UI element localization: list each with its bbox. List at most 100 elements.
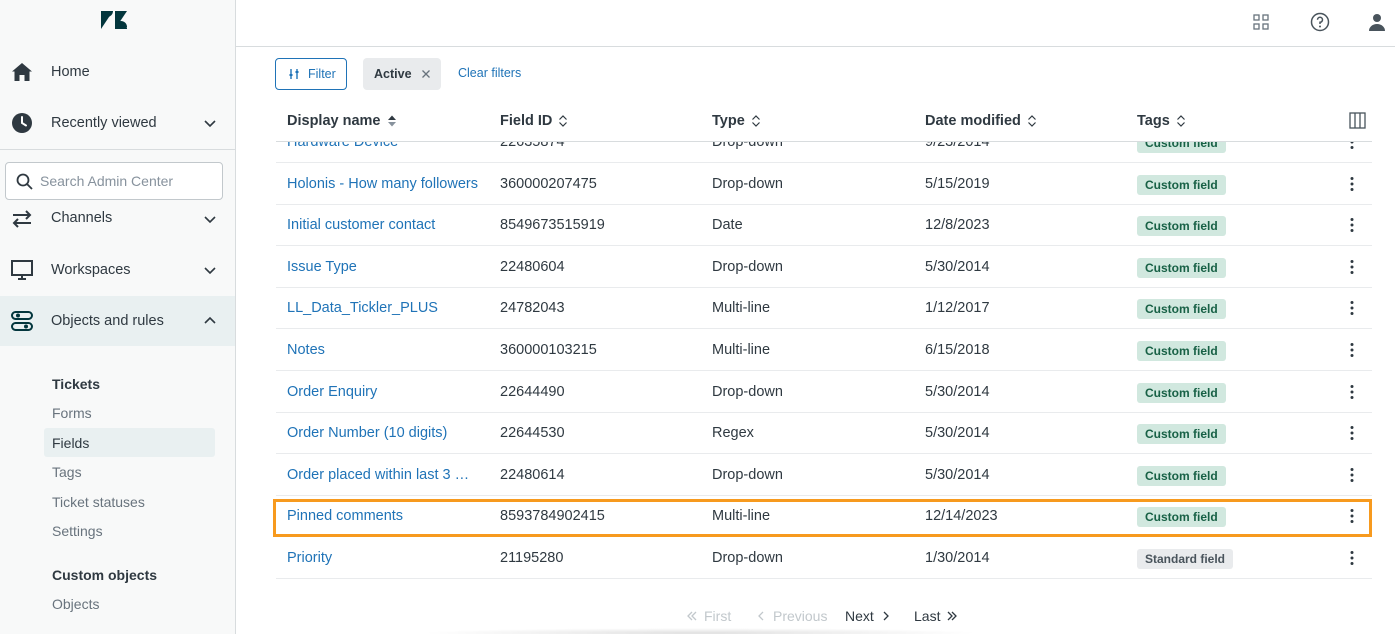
pagination-last-label: Last bbox=[914, 608, 941, 624]
column-header-date-modified[interactable]: Date modified bbox=[925, 113, 1037, 129]
more-options-icon[interactable] bbox=[1344, 300, 1360, 316]
zendesk-logo-icon[interactable] bbox=[100, 9, 128, 31]
pagination-previous[interactable]: Previous bbox=[755, 608, 827, 624]
chevron-down-icon[interactable] bbox=[203, 212, 217, 226]
field-display-name-link[interactable]: Pinned comments bbox=[287, 508, 479, 524]
column-header-display-name[interactable]: Display name bbox=[287, 113, 397, 129]
field-tag-badge: Custom field bbox=[1137, 341, 1226, 361]
field-display-name-link[interactable]: Order placed within last 3 weeks bbox=[287, 467, 479, 483]
table-row[interactable]: Initial customer contact 8549673515919 Dat… bbox=[276, 204, 1372, 247]
field-display-name-link[interactable]: Issue Type bbox=[287, 259, 479, 275]
sidebar-item-settings[interactable]: Settings bbox=[44, 516, 215, 545]
table-row[interactable]: Hardware Device 22635874 Drop-down 9/23/201… bbox=[276, 142, 1372, 163]
more-options-icon[interactable] bbox=[1344, 384, 1360, 400]
table-row[interactable]: Issue Type 22480604 Drop-down 5/30/2014 Cust… bbox=[276, 246, 1372, 288]
nav-channels[interactable]: Channels bbox=[0, 198, 235, 240]
filter-button-label: Filter bbox=[308, 67, 336, 81]
table-row[interactable]: LL_Data_Tickler_PLUS 24782043 Multi-line 1/… bbox=[276, 287, 1372, 330]
chevron-down-icon[interactable] bbox=[203, 116, 217, 130]
apps-grid-icon[interactable] bbox=[1250, 11, 1272, 33]
pagination-last[interactable]: Last bbox=[914, 608, 958, 624]
more-options-icon[interactable] bbox=[1344, 142, 1360, 150]
fields-table-body: Hardware Device 22635874 Drop-down 9/23/201… bbox=[276, 142, 1372, 582]
nav-recently-viewed[interactable]: Recently viewed bbox=[0, 98, 235, 148]
more-options-icon[interactable] bbox=[1344, 342, 1360, 358]
nav-workspaces[interactable]: Workspaces bbox=[0, 245, 235, 295]
field-type: Drop-down bbox=[712, 550, 783, 566]
more-options-icon[interactable] bbox=[1344, 217, 1360, 233]
field-tag-badge: Custom field bbox=[1137, 424, 1226, 445]
field-id: 360000103215 bbox=[500, 342, 597, 358]
field-id: 8549673515919 bbox=[500, 217, 605, 234]
field-display-name-link[interactable]: Priority bbox=[287, 550, 479, 566]
more-options-icon[interactable] bbox=[1344, 176, 1360, 192]
field-type: Drop-down bbox=[712, 142, 783, 150]
table-row[interactable]: Order Number (10 digits) 22644530 Regex 5/3… bbox=[276, 412, 1372, 455]
field-display-name-link[interactable]: Hardware Device bbox=[287, 142, 479, 150]
nav-objects-and-rules[interactable]: Objects and rules bbox=[0, 296, 235, 346]
field-date-modified: 12/14/2023 bbox=[925, 508, 998, 525]
nav-home[interactable]: Home bbox=[0, 47, 235, 97]
more-options-icon[interactable] bbox=[1344, 425, 1360, 441]
sidebar-item-ticket-statuses[interactable]: Ticket statuses bbox=[44, 487, 215, 516]
columns-icon[interactable] bbox=[1349, 112, 1366, 129]
field-type: Drop-down bbox=[712, 383, 783, 400]
sidebar-item-fields[interactable]: Fields bbox=[44, 428, 215, 457]
close-icon[interactable] bbox=[421, 69, 431, 79]
field-tag-badge: Custom field bbox=[1137, 216, 1226, 237]
home-icon bbox=[10, 60, 34, 84]
field-type: Regex bbox=[712, 425, 754, 442]
sort-icon bbox=[1027, 115, 1036, 127]
arrows-icon bbox=[10, 207, 34, 231]
table-row[interactable]: Notes 360000103215 Multi-line 6/15/2018 Cust… bbox=[276, 329, 1372, 371]
pagination-first[interactable]: First bbox=[686, 608, 731, 624]
clock-icon bbox=[10, 111, 34, 135]
field-display-name-link[interactable]: LL_Data_Tickler_PLUS bbox=[287, 300, 479, 316]
custom-objects-heading: Custom objects bbox=[52, 567, 158, 583]
field-display-name-link[interactable]: Initial customer contact bbox=[287, 217, 479, 233]
clear-filters-link[interactable]: Clear filters bbox=[458, 66, 521, 80]
field-display-name-link[interactable]: Holonis - How many followers bbox=[287, 176, 479, 192]
column-header-tags[interactable]: Tags bbox=[1137, 113, 1186, 129]
pagination-next[interactable]: Next bbox=[845, 608, 892, 624]
sort-icon bbox=[1176, 115, 1185, 127]
help-icon[interactable] bbox=[1309, 11, 1331, 33]
field-id: 22480604 bbox=[500, 258, 565, 275]
field-id: 360000207475 bbox=[500, 175, 597, 192]
more-options-icon[interactable] bbox=[1344, 550, 1360, 566]
chevron-up-icon[interactable] bbox=[203, 314, 217, 328]
table-row[interactable]: Order placed within last 3 weeks 22480614… bbox=[276, 454, 1372, 496]
field-display-name-link[interactable]: Notes bbox=[287, 342, 479, 358]
field-type: Date bbox=[712, 217, 743, 234]
top-bar bbox=[236, 0, 1395, 47]
search-icon bbox=[16, 173, 33, 190]
admin-search-input[interactable] bbox=[40, 171, 218, 191]
field-tag-badge: Custom field bbox=[1137, 465, 1226, 486]
field-display-name-link[interactable]: Order Number (10 digits) bbox=[287, 425, 479, 441]
nav-workspaces-label: Workspaces bbox=[51, 262, 131, 278]
sidebar-item-tags[interactable]: Tags bbox=[44, 457, 215, 486]
sidebar-item-objects[interactable]: Objects bbox=[44, 589, 215, 618]
filter-button[interactable]: Filter bbox=[275, 58, 347, 90]
more-options-icon[interactable] bbox=[1344, 467, 1360, 483]
table-row[interactable]: Pinned comments 8593784902415 Multi-line 12… bbox=[276, 495, 1372, 538]
more-options-icon[interactable] bbox=[1344, 259, 1360, 275]
admin-search-box[interactable] bbox=[5, 162, 223, 200]
column-header-type[interactable]: Type bbox=[712, 113, 761, 129]
field-tag-badge: Custom field bbox=[1137, 507, 1226, 528]
table-row[interactable]: Order Enquiry 22644490 Drop-down 5/30/2014 C… bbox=[276, 371, 1372, 413]
nav-home-label: Home bbox=[51, 64, 90, 80]
chevron-down-icon[interactable] bbox=[203, 263, 217, 277]
column-header-field-id[interactable]: Field ID bbox=[500, 113, 568, 129]
table-row[interactable]: Holonis - How many followers 360000207475… bbox=[276, 163, 1372, 205]
more-options-icon[interactable] bbox=[1344, 508, 1360, 524]
field-date-modified: 5/15/2019 bbox=[925, 175, 990, 192]
objects-rules-icon bbox=[10, 309, 34, 333]
table-row[interactable]: Priority 21195280 Drop-down 1/30/2014 Standa… bbox=[276, 537, 1372, 579]
sidebar-item-forms[interactable]: Forms bbox=[44, 398, 215, 427]
field-id: 8593784902415 bbox=[500, 508, 605, 525]
user-profile-icon[interactable] bbox=[1366, 11, 1388, 33]
field-display-name-link[interactable]: Order Enquiry bbox=[287, 384, 479, 400]
active-filter-label: Active bbox=[374, 67, 412, 81]
field-tag-badge: Standard field bbox=[1137, 549, 1234, 569]
